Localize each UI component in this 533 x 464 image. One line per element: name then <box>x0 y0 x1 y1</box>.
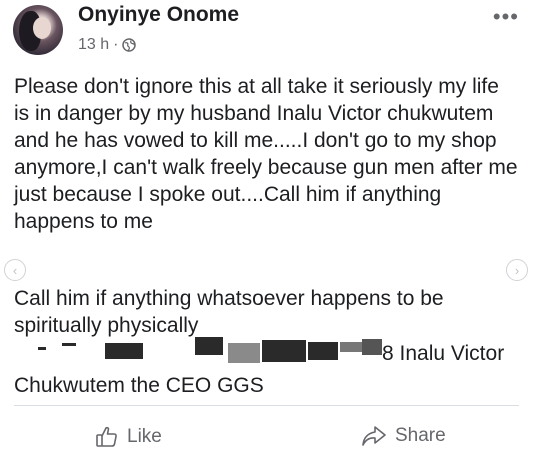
redaction-mark <box>105 343 143 359</box>
share-arrow-icon <box>362 426 386 446</box>
redaction-mark <box>340 342 362 352</box>
redaction-mark <box>362 339 382 355</box>
share-label: Share <box>395 425 446 446</box>
like-button[interactable]: Like <box>95 425 162 449</box>
avatar[interactable] <box>13 5 63 55</box>
like-label: Like <box>127 426 162 447</box>
share-button[interactable]: Share <box>361 425 446 447</box>
author-name[interactable]: Onyinye Onome <box>78 3 239 27</box>
thumbs-up-icon <box>96 426 117 447</box>
redaction-mark <box>308 342 338 360</box>
carousel-prev-icon[interactable]: ‹ <box>4 259 26 281</box>
post-meta: 13 h · <box>78 36 137 54</box>
carousel-next-icon[interactable]: › <box>506 259 528 281</box>
post-paragraph-2: Call him if anything whatsoever happens … <box>14 287 444 337</box>
post-time[interactable]: 13 h <box>78 36 109 54</box>
redaction-mark <box>262 340 306 362</box>
post-last-line: Chukwutem the CEO GGS <box>14 374 264 397</box>
avatar-face <box>33 17 51 39</box>
redaction-mark <box>228 343 260 363</box>
more-options-icon[interactable]: ••• <box>493 4 519 30</box>
post-paragraph-1: Please don't ignore this at all take it … <box>14 75 518 233</box>
redacted-line-tail: 8 Inalu Victor <box>382 342 505 365</box>
redaction-mark <box>195 337 223 355</box>
redaction-mark <box>38 347 46 350</box>
redaction-mark <box>62 343 76 346</box>
globe-icon <box>122 38 137 52</box>
meta-separator: · <box>113 36 119 53</box>
divider <box>14 405 519 406</box>
